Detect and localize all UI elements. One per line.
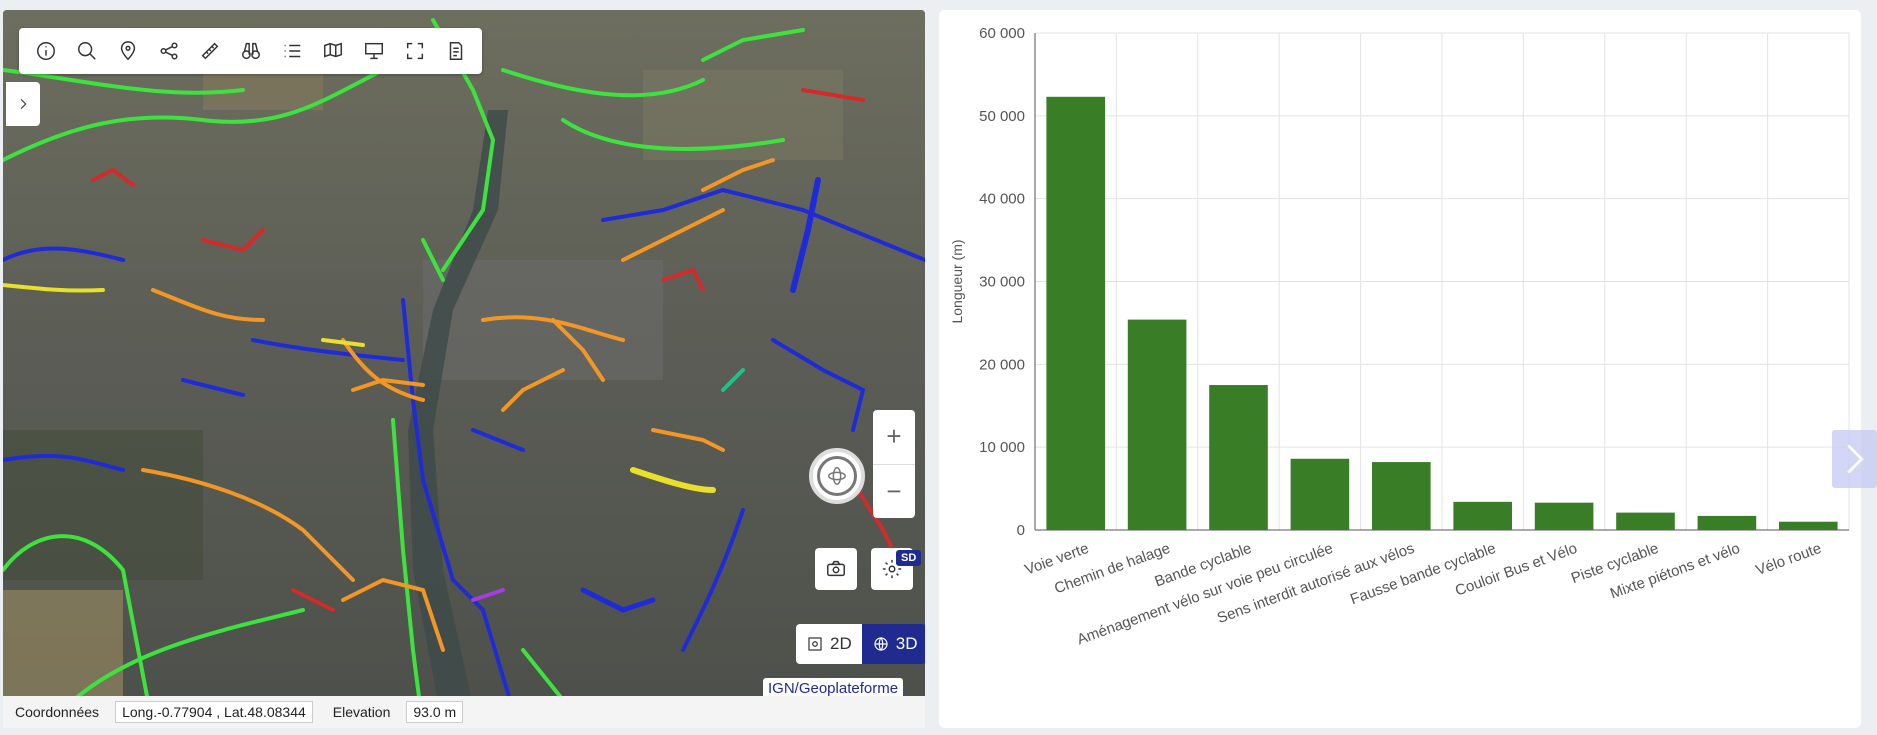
screenshot-button[interactable] bbox=[815, 548, 857, 590]
list-icon bbox=[284, 44, 300, 58]
bar bbox=[1046, 96, 1106, 530]
location-button[interactable] bbox=[107, 33, 148, 69]
y-tick-label: 0 bbox=[1017, 522, 1025, 539]
y-tick-label: 50 000 bbox=[979, 108, 1025, 125]
bar bbox=[1778, 521, 1838, 530]
share-icon bbox=[159, 42, 178, 60]
x-tick-label: Vélo route bbox=[1754, 540, 1824, 579]
y-tick-label: 20 000 bbox=[979, 356, 1025, 373]
presentation-icon bbox=[364, 42, 383, 60]
side-panel-toggle[interactable] bbox=[6, 82, 40, 126]
y-tick-label: 40 000 bbox=[979, 191, 1025, 208]
location-pin-icon bbox=[120, 41, 135, 61]
map-terrain bbox=[3, 10, 925, 728]
y-tick-label: 10 000 bbox=[979, 439, 1025, 456]
map-settings-button[interactable] bbox=[312, 33, 353, 69]
page-settings-icon bbox=[449, 42, 462, 60]
x-tick-label: Fausse bande cyclable bbox=[1348, 540, 1498, 608]
y-tick-label: 30 000 bbox=[979, 274, 1025, 291]
compass-icon bbox=[817, 456, 857, 496]
chart-panel: 0 10 000 20 000 30 000 40 000 50 000 60 000 Voi… bbox=[939, 10, 1861, 728]
elevation-value: 93.0 m bbox=[406, 701, 464, 723]
bar bbox=[1209, 385, 1268, 530]
bar-chart: 010 00020 00030 00040 00050 00060 000Voi… bbox=[949, 25, 1850, 648]
bar bbox=[1453, 501, 1513, 530]
coordinates-value: Long.-0.77904 , Lat.48.08344 bbox=[115, 701, 313, 723]
search-icon bbox=[77, 42, 96, 60]
map-toolbar bbox=[19, 28, 482, 74]
mode-3d-label: 3D bbox=[895, 634, 918, 653]
sd-badge: SD bbox=[896, 550, 922, 566]
next-chart-button[interactable] bbox=[1832, 430, 1877, 488]
presentation-button[interactable] bbox=[353, 33, 394, 69]
zoom-control: + − bbox=[873, 410, 915, 518]
binoculars-icon bbox=[241, 42, 260, 60]
y-axis-label: Longueur (m) bbox=[949, 239, 965, 323]
binoculars-button[interactable] bbox=[230, 33, 271, 69]
map-status-bar: Coordonnées Long.-0.77904 , Lat.48.08344… bbox=[3, 696, 925, 728]
bar bbox=[1127, 319, 1187, 530]
flat-map-icon bbox=[808, 637, 822, 651]
view-mode-toggle: 2D 3D bbox=[796, 624, 925, 664]
info-button[interactable] bbox=[25, 33, 66, 69]
measure-button[interactable] bbox=[189, 33, 230, 69]
zoom-out-button[interactable]: − bbox=[873, 463, 915, 519]
chevron-right-icon bbox=[20, 98, 27, 110]
search-button[interactable] bbox=[66, 33, 107, 69]
bar bbox=[1697, 515, 1757, 530]
bar bbox=[1371, 462, 1431, 530]
page-settings-button[interactable] bbox=[435, 33, 476, 69]
bar bbox=[1534, 502, 1594, 530]
mode-2d-label: 2D bbox=[830, 634, 852, 653]
ruler-icon bbox=[201, 42, 218, 60]
bar bbox=[1290, 458, 1350, 530]
info-icon bbox=[36, 42, 55, 60]
fullscreen-icon bbox=[406, 42, 423, 60]
map-settings-icon bbox=[323, 42, 342, 58]
map-view[interactable]: + − SD 2D 3D IGN/Geoplateforme bbox=[3, 10, 925, 728]
share-button[interactable] bbox=[148, 33, 189, 69]
compass-control[interactable] bbox=[809, 448, 865, 504]
globe-icon bbox=[874, 637, 888, 651]
fullscreen-button[interactable] bbox=[394, 33, 435, 69]
bar bbox=[1616, 512, 1675, 530]
mode-3d-button[interactable]: 3D bbox=[861, 624, 925, 664]
y-tick-label: 60 000 bbox=[979, 25, 1025, 42]
zoom-in-button[interactable]: + bbox=[873, 410, 915, 464]
layers-list-button[interactable] bbox=[271, 33, 312, 69]
chevron-right-icon bbox=[1846, 444, 1864, 474]
mode-2d-button[interactable]: 2D bbox=[796, 624, 862, 664]
elevation-label: Elevation bbox=[332, 704, 391, 720]
coordinates-label: Coordonnées bbox=[15, 704, 100, 720]
camera-rotate-icon bbox=[827, 560, 845, 577]
